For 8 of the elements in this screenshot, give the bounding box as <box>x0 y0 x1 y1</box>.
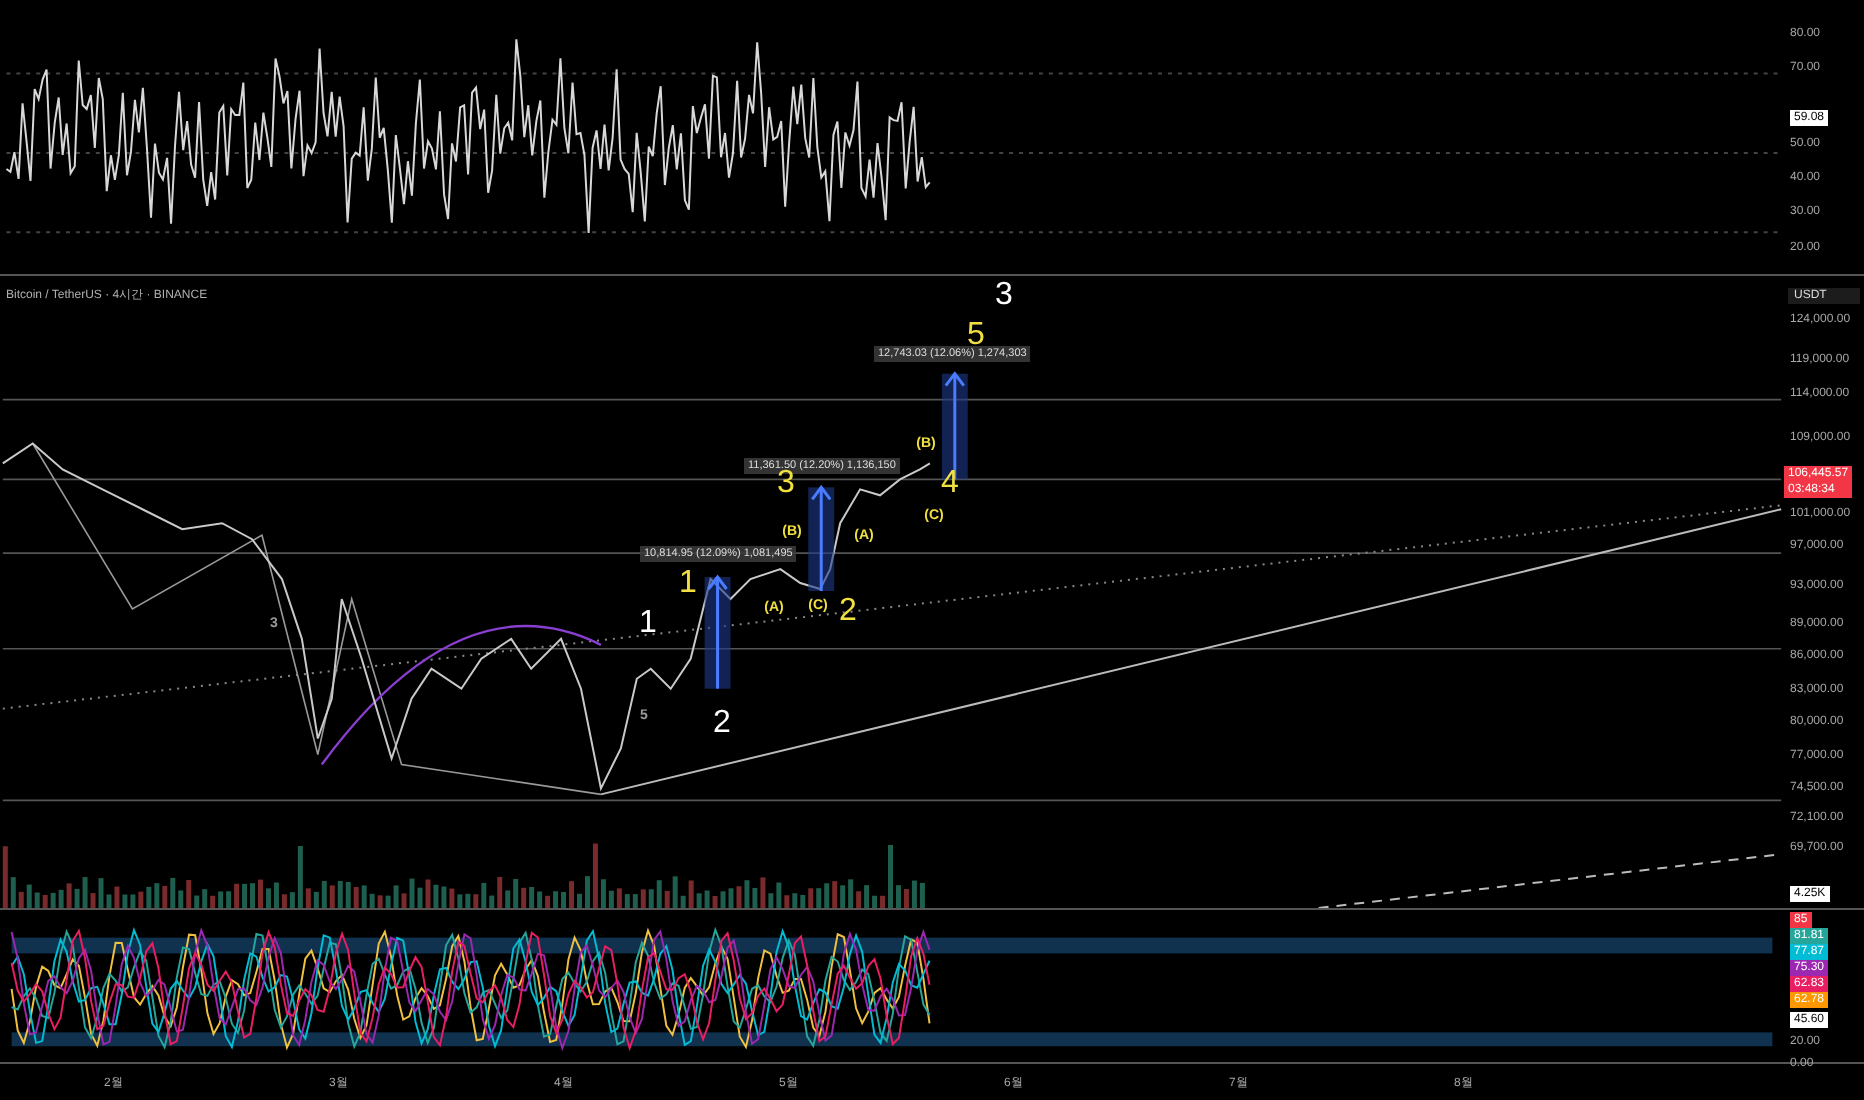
wave-label: 1 <box>639 606 657 642</box>
wave-label: 2 <box>713 706 731 742</box>
wave-label: 4 <box>941 466 959 502</box>
arrow-drawing <box>808 484 835 591</box>
wave-label: 1 <box>679 566 697 602</box>
wave-label: 3 <box>995 278 1013 314</box>
arrow-drawing <box>704 574 731 689</box>
wave-label: 2 <box>839 594 857 630</box>
